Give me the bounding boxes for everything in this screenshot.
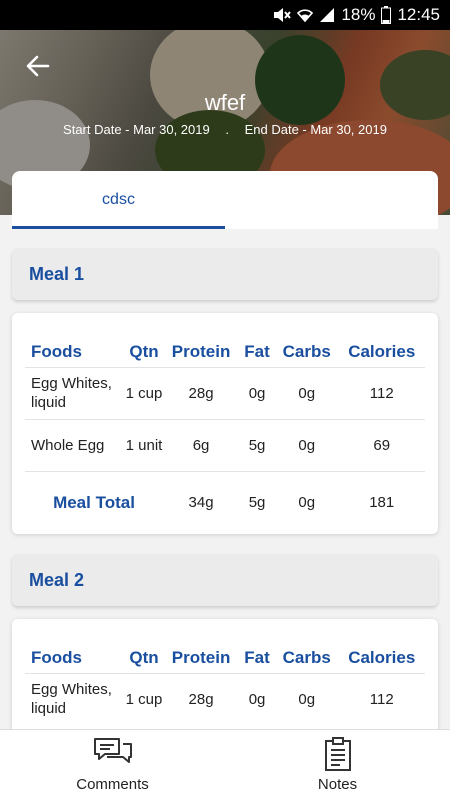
food-qtn: 1 cup — [125, 366, 163, 419]
total-protein: 34g — [163, 470, 240, 533]
meal-header-1[interactable]: Meal 1 — [12, 248, 438, 300]
total-fat: 5g — [239, 470, 275, 533]
food-carbs: 0g — [275, 418, 339, 471]
food-carbs: 0g — [275, 366, 339, 419]
table-row: Egg Whites, liquid 1 cup 28g 0g 0g 112 — [25, 366, 425, 419]
total-calories: 181 — [338, 470, 425, 533]
battery-text: 18% — [341, 5, 376, 24]
meal-card-2: Foods Qtn Protein Fat Carbs Calories Egg… — [12, 619, 438, 729]
table-row: Whole Egg 1 unit 6g 5g 0g 69 — [25, 418, 425, 471]
food-calories: 69 — [338, 418, 425, 471]
comments-button[interactable]: Comments — [0, 730, 225, 800]
col-carbs: Carbs — [282, 647, 331, 667]
tab-bar: cdsc — [12, 171, 438, 229]
battery-icon — [381, 6, 392, 24]
food-carbs: 0g — [275, 672, 339, 725]
meal-header-2[interactable]: Meal 2 — [12, 554, 438, 606]
clock: 12:45 — [397, 5, 440, 24]
meal-card-1: Foods Qtn Protein Fat Carbs Calories Egg… — [12, 313, 438, 534]
meal-table: Foods Qtn Protein Fat Carbs Calories Egg… — [25, 643, 425, 725]
comments-label: Comments — [76, 776, 149, 793]
table-header-row: Foods Qtn Protein Fat Carbs Calories — [25, 337, 425, 367]
plan-title: wfef — [204, 90, 246, 115]
food-protein: 28g — [163, 366, 240, 419]
active-tab-indicator — [12, 226, 225, 229]
food-fat: 0g — [239, 366, 275, 419]
col-protein: Protein — [171, 647, 231, 667]
col-carbs: Carbs — [282, 341, 331, 361]
food-name: Egg Whites, liquid — [25, 672, 125, 725]
food-calories: 112 — [338, 672, 425, 725]
meal-total-row: Meal Total 34g 5g 0g 181 — [25, 470, 425, 533]
food-protein: 28g — [163, 672, 240, 725]
col-fat: Fat — [244, 341, 270, 361]
bottom-nav: Comments Notes — [0, 729, 450, 800]
notes-icon — [324, 737, 351, 771]
comments-icon — [93, 738, 132, 763]
food-qtn: 1 unit — [125, 418, 163, 471]
food-fat: 5g — [239, 418, 275, 471]
food-name: Whole Egg — [25, 418, 125, 471]
col-foods: Foods — [31, 341, 82, 361]
notes-label: Notes — [317, 776, 358, 793]
start-date: Start Date - Mar 30, 2019 — [63, 122, 210, 137]
food-name: Egg Whites, liquid — [25, 366, 125, 419]
col-fat: Fat — [244, 647, 270, 667]
notes-button[interactable]: Notes — [225, 730, 450, 800]
food-calories: 112 — [338, 366, 425, 419]
food-qtn: 1 cup — [125, 672, 163, 725]
status-bar: 18% 12:45 — [0, 0, 450, 30]
col-protein: Protein — [171, 341, 231, 361]
wifi-icon — [297, 9, 314, 23]
meal-table: Foods Qtn Protein Fat Carbs Calories Egg… — [25, 337, 425, 533]
table-row: Egg Whites, liquid 1 cup 28g 0g 0g 112 — [25, 672, 425, 725]
tab-cdsc[interactable]: cdsc — [12, 171, 225, 229]
table-header-row: Foods Qtn Protein Fat Carbs Calories — [25, 643, 425, 673]
back-arrow-icon[interactable] — [24, 52, 52, 80]
col-calories: Calories — [348, 341, 416, 361]
signal-icon — [320, 8, 335, 22]
plan-dates: Start Date - Mar 30, 2019 . End Date - M… — [0, 122, 450, 137]
col-qtn: Qtn — [129, 647, 159, 667]
meal-total-label: Meal Total — [25, 470, 163, 533]
total-carbs: 0g — [275, 470, 339, 533]
col-calories: Calories — [348, 647, 416, 667]
col-qtn: Qtn — [129, 341, 159, 361]
end-date: End Date - Mar 30, 2019 — [244, 122, 387, 137]
date-separator: . — [225, 122, 229, 137]
food-fat: 0g — [239, 672, 275, 725]
meal-plan-content[interactable]: cdsc Meal 1 Foods Qtn Protein Fat Carbs … — [0, 171, 450, 729]
col-foods: Foods — [31, 647, 82, 667]
food-protein: 6g — [163, 418, 240, 471]
mute-icon — [274, 8, 292, 22]
